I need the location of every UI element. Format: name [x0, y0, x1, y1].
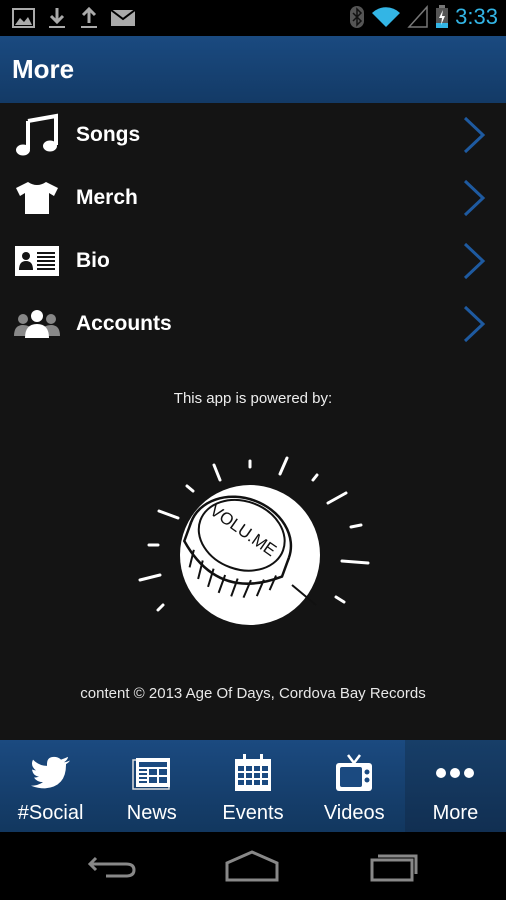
- home-icon[interactable]: [222, 848, 282, 884]
- status-bar: 3:33: [0, 0, 506, 36]
- menu-item-label: Merch: [76, 185, 138, 209]
- back-icon[interactable]: [84, 848, 144, 884]
- signal-icon: [407, 5, 428, 28]
- tab-videos[interactable]: Videos: [304, 740, 405, 832]
- wifi-icon: [372, 7, 401, 27]
- chevron-right-icon: [463, 179, 486, 216]
- page-title: More: [12, 54, 75, 84]
- music-note-icon: [12, 112, 62, 158]
- tab-label: More: [432, 802, 479, 824]
- mail-icon: [110, 9, 136, 26]
- menu-item-accounts[interactable]: Accounts: [0, 292, 506, 355]
- tab-label: Events: [222, 802, 284, 824]
- id-card-icon: [12, 238, 62, 284]
- volume-knob-logo[interactable]: VOLU.ME: [130, 445, 380, 625]
- tab-label: News: [126, 802, 177, 824]
- tv-icon: [332, 754, 376, 792]
- menu-list: Songs Merch Bio Accounts: [0, 103, 506, 355]
- tab-label: #Social: [17, 802, 84, 824]
- recent-apps-icon[interactable]: [366, 848, 426, 884]
- group-icon: [12, 301, 62, 347]
- powered-by-label: This app is powered by:: [173, 390, 333, 407]
- image-icon: [12, 8, 35, 28]
- menu-item-merch[interactable]: Merch: [0, 166, 506, 229]
- chevron-right-icon: [463, 242, 486, 279]
- bluetooth-icon: [350, 6, 365, 28]
- menu-item-bio[interactable]: Bio: [0, 229, 506, 292]
- tab-events[interactable]: Events: [202, 740, 303, 832]
- system-nav-bar: [0, 832, 506, 900]
- twitter-bird-icon: [29, 754, 73, 792]
- tab-news[interactable]: News: [101, 740, 202, 832]
- newspaper-icon: [130, 754, 174, 792]
- copyright-text: content © 2013 Age Of Days, Cordova Bay …: [80, 685, 426, 702]
- download-icon: [49, 8, 65, 28]
- bottom-tab-bar: #Social News Events Videos More: [0, 740, 506, 832]
- battery-charging-icon: [436, 5, 449, 28]
- menu-item-songs[interactable]: Songs: [0, 103, 506, 166]
- calendar-icon: [231, 754, 275, 792]
- menu-item-label: Accounts: [76, 311, 172, 335]
- tshirt-icon: [12, 175, 62, 221]
- upload-icon: [81, 6, 97, 28]
- tab-label: Videos: [323, 802, 385, 824]
- chevron-right-icon: [463, 116, 486, 153]
- status-time: 3:33: [455, 4, 498, 29]
- tab-more[interactable]: More: [404, 740, 506, 832]
- menu-item-label: Bio: [76, 248, 110, 272]
- tab-social[interactable]: #Social: [0, 740, 101, 832]
- more-dots-icon: [433, 754, 477, 792]
- menu-item-label: Songs: [76, 122, 141, 146]
- app-bar: More: [0, 36, 506, 103]
- chevron-right-icon: [463, 305, 486, 342]
